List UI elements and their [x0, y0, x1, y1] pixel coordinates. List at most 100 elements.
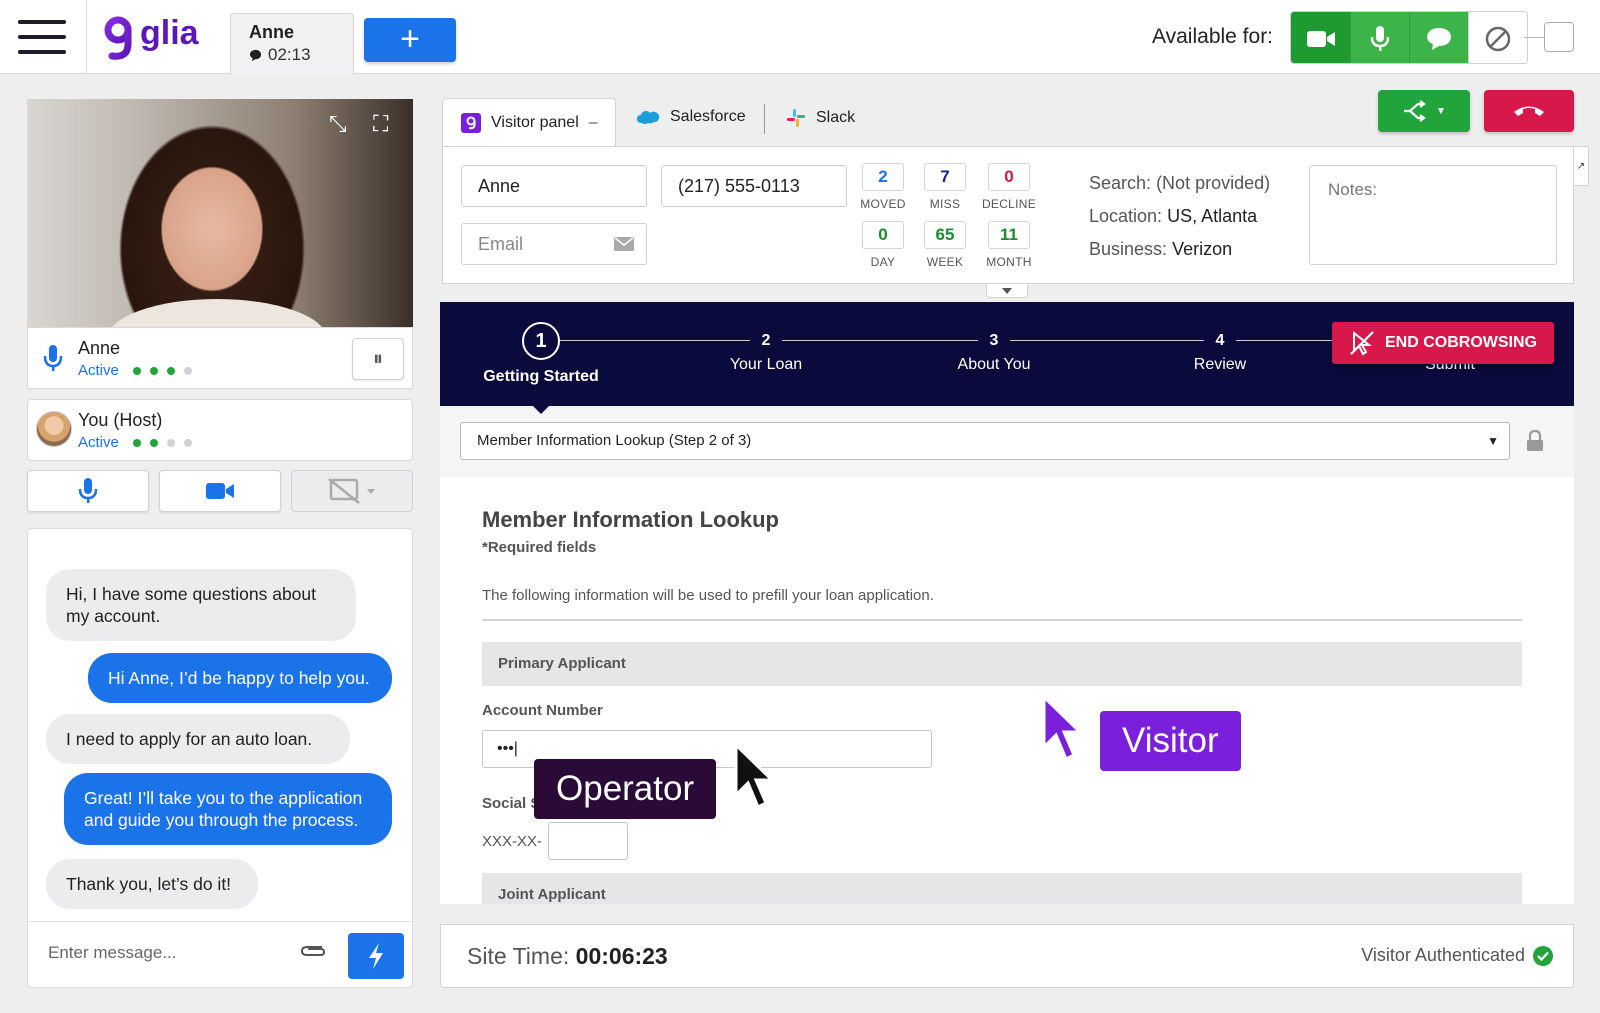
- section-joint-applicant: Joint Applicant: [482, 873, 1522, 904]
- ssn-input[interactable]: [548, 822, 628, 860]
- video-availability-toggle[interactable]: [1291, 12, 1350, 63]
- account-number-label: Account Number: [482, 702, 603, 719]
- minimize-icon[interactable]: ⤡: [329, 111, 347, 137]
- step-label: About You: [957, 356, 1031, 373]
- end-cobrowsing-button[interactable]: END COBROWSING: [1332, 322, 1554, 364]
- audio-availability-toggle[interactable]: [1350, 12, 1409, 63]
- required-note: *Required fields: [482, 539, 597, 556]
- chat-message-visitor: Thank you, let’s do it!: [46, 859, 258, 909]
- microphone-icon: [78, 478, 98, 503]
- envelope-icon: [614, 237, 634, 251]
- chat-bubble-icon: [1427, 27, 1451, 50]
- cobrowse-footer: Site Time: 00:06:23 Visitor Authenticate…: [440, 924, 1574, 988]
- video-camera-icon: [1306, 30, 1335, 47]
- toggle-microphone-button[interactable]: [27, 470, 149, 512]
- glia-logo: glia: [104, 14, 200, 60]
- site-time: Site Time: 00:06:23: [467, 943, 668, 969]
- visitor-cursor-label: Visitor: [1100, 711, 1241, 771]
- step-label: Getting Started: [483, 368, 599, 385]
- participant-status: Active: [78, 434, 192, 451]
- chat-message-visitor: I need to apply for an auto loan.: [46, 714, 350, 764]
- attachment-icon[interactable]: [298, 941, 328, 961]
- application-stepper: 1 Getting Started 2 Your Loan 3 About Yo…: [440, 302, 1574, 406]
- step-indicator-active: 1: [522, 322, 560, 360]
- visitor-cursor-icon: [1042, 695, 1084, 762]
- visitor-info: Search: (Not provided) Location: US, Atl…: [1089, 167, 1270, 266]
- fullscreen-icon[interactable]: ⛶: [373, 111, 388, 137]
- visitor-panel: Anne (217) 555-0113 Email 2 MOVED 7 MISS 0…: [442, 146, 1574, 284]
- visitor-name-field[interactable]: Anne: [461, 165, 647, 207]
- video-subject: [107, 299, 327, 327]
- step-label: Review: [1193, 356, 1247, 373]
- microphone-icon: [1370, 25, 1390, 51]
- cursor-off-icon: [1350, 330, 1374, 356]
- ssn-prefix: XXX-XX-: [482, 833, 543, 850]
- visitor-phone-field[interactable]: (217) 555-0113: [661, 165, 847, 207]
- signal-indicator: [132, 438, 192, 447]
- form-description: The following information will be used t…: [482, 587, 934, 604]
- chevron-down-icon: ▼: [1436, 105, 1446, 117]
- stat-decline: 0 DECLINE: [977, 163, 1041, 211]
- microphone-icon: [43, 345, 63, 371]
- transfer-button[interactable]: ▼: [1378, 90, 1470, 132]
- divider: [482, 619, 1522, 621]
- svg-text:glia: glia: [140, 14, 200, 52]
- step-select[interactable]: Member Information Lookup (Step 2 of 3) …: [460, 422, 1510, 460]
- glia-icon: [461, 112, 481, 133]
- authentication-status: Visitor Authenticated: [1361, 945, 1553, 966]
- slack-icon: [787, 109, 805, 127]
- screen-share-off-icon: [328, 478, 375, 504]
- end-call-button[interactable]: [1484, 90, 1574, 132]
- step-label: Your Loan: [729, 356, 803, 373]
- participant-card-host: You (Host) Active: [27, 399, 413, 461]
- cobrowse-view: 1 Getting Started 2 Your Loan 3 About Yo…: [440, 302, 1574, 904]
- hang-up-icon: [1514, 106, 1544, 116]
- conversation-tab[interactable]: Anne 02:13: [230, 13, 354, 75]
- pause-button[interactable]: ⏸: [352, 338, 404, 380]
- operator-cursor-label: Operator: [534, 759, 717, 819]
- chat-message-operator: Great! I’ll take you to the application …: [64, 773, 392, 845]
- divider: [1524, 37, 1544, 38]
- video-camera-icon: [206, 483, 234, 499]
- step-pointer: [533, 406, 549, 414]
- stat-moved: 2 MOVED: [851, 163, 915, 211]
- available-for-label: Available for:: [1152, 25, 1274, 48]
- conversation-name: Anne: [249, 22, 294, 42]
- minimize-icon[interactable]: –: [589, 114, 598, 132]
- tab-visitor-panel[interactable]: Visitor panel –: [442, 98, 616, 146]
- signal-indicator: [132, 366, 192, 375]
- visitor-business: Business: Verizon: [1089, 239, 1233, 259]
- visitor-search: Search: (Not provided): [1089, 173, 1271, 193]
- divider: [86, 0, 87, 74]
- tab-salesforce[interactable]: Salesforce: [636, 108, 746, 126]
- video-feed: ⤡ ⛶: [27, 99, 413, 327]
- add-conversation-button[interactable]: +: [364, 18, 456, 62]
- unavailable-toggle[interactable]: [1468, 12, 1527, 63]
- transfer-icon: [1404, 100, 1426, 122]
- menu-icon[interactable]: [18, 20, 66, 54]
- message-input[interactable]: [48, 937, 288, 969]
- form-title: Member Information Lookup: [482, 507, 779, 532]
- pop-out-icon[interactable]: ↗: [1573, 146, 1589, 186]
- visitor-email-field[interactable]: Email: [461, 223, 647, 265]
- screen-share-button[interactable]: [291, 470, 413, 512]
- avatar: [36, 411, 72, 447]
- participant-status: Active: [78, 362, 192, 379]
- operator-cursor-icon: [734, 743, 776, 810]
- chat-availability-toggle[interactable]: [1409, 12, 1468, 63]
- send-button[interactable]: [348, 933, 404, 979]
- step-number: 2: [761, 332, 771, 349]
- stat-week: 65 WEEK: [913, 221, 977, 269]
- availability-checkbox[interactable]: [1544, 22, 1574, 52]
- step-connector: [782, 340, 978, 341]
- visitor-location: Location: US, Atlanta: [1089, 206, 1258, 226]
- tab-slack[interactable]: Slack: [786, 108, 855, 128]
- divider: [764, 104, 765, 134]
- chat-message-visitor: Hi, I have some questions about my accou…: [46, 569, 356, 641]
- section-primary-applicant: Primary Applicant: [482, 642, 1522, 686]
- collapse-panel-toggle[interactable]: [986, 284, 1028, 298]
- chat-panel: Hi, I have some questions about my accou…: [27, 528, 413, 988]
- stat-month: 11 MONTH: [977, 221, 1041, 269]
- toggle-camera-button[interactable]: [159, 470, 281, 512]
- notes-field[interactable]: Notes:: [1309, 165, 1557, 265]
